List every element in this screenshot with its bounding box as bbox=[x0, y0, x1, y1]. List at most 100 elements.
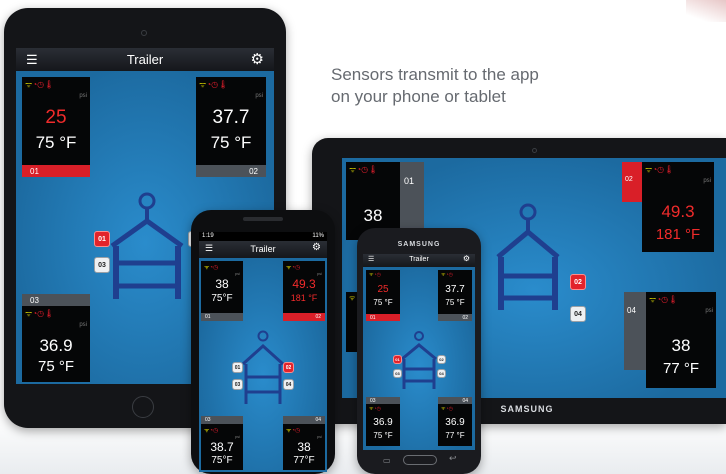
tire-chip-04[interactable]: 04 bbox=[283, 379, 294, 390]
sensor-card-03[interactable]: ᯤ◔◷ psi 38.7 75°F bbox=[201, 424, 243, 470]
sensor-pressure: 38.7 bbox=[210, 440, 234, 454]
tire-chip-04[interactable]: 04 bbox=[570, 306, 586, 322]
sensor-status-icons: ᯤ◔◷🌡 bbox=[645, 165, 675, 174]
sensor-tab-02: 02 bbox=[622, 162, 642, 202]
sensor-tab-02: 02 bbox=[196, 165, 266, 177]
tire-chip-02[interactable]: 02 bbox=[437, 355, 446, 364]
sensor-card-02[interactable]: ᯤ◔◷ psi 49.3 181 °F bbox=[283, 261, 325, 313]
sensor-card-03[interactable]: ᯤ◔◷ 36.9 75 °F bbox=[366, 404, 400, 446]
sensor-status-icons: ᯤ◔◷ bbox=[369, 406, 381, 412]
sensor-card-04[interactable]: ᯤ◔◷🌡 psi 38 77 °F bbox=[646, 292, 716, 388]
sensor-status-icons: ᯤ◔◷ bbox=[369, 272, 381, 278]
sensor-status-icons: ᯤ◔◷ bbox=[441, 406, 453, 412]
recent-apps-icon[interactable]: ▭ bbox=[383, 456, 391, 465]
sensor-pressure: 25 bbox=[45, 107, 67, 128]
sensor-unit: psi bbox=[316, 271, 322, 276]
sensor-temperature: 75°F bbox=[211, 455, 233, 466]
sensor-temperature: 181 °F bbox=[655, 226, 701, 243]
sensor-status-icons: ᯤ bbox=[349, 295, 356, 302]
sensor-card-04[interactable]: ᯤ◔◷ 36.9 77 °F bbox=[438, 404, 472, 446]
caption: Sensors transmit to the app on your phon… bbox=[331, 64, 591, 108]
sensor-temperature: 75 °F bbox=[37, 358, 74, 375]
sensor-pressure: 25 bbox=[377, 284, 389, 295]
app-title: Trailer bbox=[250, 244, 276, 254]
sensor-card-03[interactable]: ᯤ◔◷🌡 psi 36.9 75 °F bbox=[22, 306, 90, 382]
sensor-card-01[interactable]: ᯤ◔◷ 25 75 °F bbox=[366, 270, 400, 314]
tire-chip-03[interactable]: 03 bbox=[393, 369, 402, 378]
gear-icon[interactable]: ⚙ bbox=[312, 242, 321, 253]
sensor-unit: psi bbox=[703, 178, 711, 184]
sensor-pressure: 49.3 bbox=[292, 277, 316, 291]
phone-left-screen: 1:19 11% ☰ Trailer ⚙ ᯤ◔◷ psi 38 75°F 01 … bbox=[199, 232, 327, 472]
phone-left: 1:19 11% ☰ Trailer ⚙ ᯤ◔◷ psi 38 75°F 01 … bbox=[191, 210, 335, 474]
sensor-card-02[interactable]: ᯤ◔◷🌡 psi 37.7 75 °F bbox=[196, 77, 266, 165]
sensor-unit: psi bbox=[316, 434, 322, 439]
sensor-tab-04: 04 bbox=[283, 416, 325, 424]
tire-chip-01[interactable]: 01 bbox=[232, 362, 243, 373]
sensor-temperature: 77°F bbox=[293, 455, 315, 466]
sensor-card-01[interactable]: ᯤ◔◷ psi 38 75°F bbox=[201, 261, 243, 313]
sensor-unit: psi bbox=[705, 308, 713, 314]
caption-line-1: Sensors transmit to the app bbox=[331, 65, 539, 84]
samsung-logo: SAMSUNG bbox=[500, 404, 554, 414]
battery-level: 11% bbox=[312, 233, 324, 239]
sensor-card-01[interactable]: ᯤ◔◷🌡 psi 25 75 °F bbox=[22, 77, 90, 165]
status-time: 1:19 bbox=[202, 233, 214, 239]
trailer-axle-diagram bbox=[241, 330, 285, 404]
trailer-axle-diagram bbox=[401, 331, 437, 389]
gear-icon[interactable]: ⚙ bbox=[251, 50, 264, 68]
sensor-temperature: 75 °F bbox=[373, 298, 393, 307]
sensor-pressure: 36.9 bbox=[445, 417, 465, 428]
tire-chip-02[interactable]: 02 bbox=[570, 274, 586, 290]
tire-chip-01[interactable]: 01 bbox=[94, 231, 110, 247]
app-title: Trailer bbox=[126, 52, 164, 67]
sensor-status-icons: ᯤ◔◷ bbox=[204, 428, 219, 434]
sensor-pressure: 38 bbox=[671, 336, 691, 355]
sensor-temperature: 75 °F bbox=[35, 133, 77, 152]
sensor-pressure: 49.3 bbox=[661, 202, 695, 221]
tire-chip-03[interactable]: 03 bbox=[232, 379, 243, 390]
sensor-pressure: 38 bbox=[363, 206, 383, 225]
gear-icon[interactable]: ⚙ bbox=[463, 254, 470, 263]
sensor-temperature: 75°F bbox=[211, 293, 233, 304]
sensor-tab-04: 04 bbox=[438, 397, 472, 404]
tire-chip-02[interactable]: 02 bbox=[283, 362, 294, 373]
status-bar: 1:19 11% bbox=[199, 232, 327, 241]
home-button[interactable] bbox=[132, 396, 154, 418]
corner-decoration bbox=[686, 0, 726, 22]
sensor-temperature: 75 °F bbox=[210, 133, 252, 152]
app-bar: ☰ Trailer ⚙ bbox=[363, 254, 475, 267]
back-icon[interactable]: ↩ bbox=[449, 454, 457, 464]
sensor-pressure: 37.7 bbox=[212, 107, 250, 128]
sensor-temperature: 77 °F bbox=[662, 360, 699, 377]
sensor-tab-02: 02 bbox=[438, 314, 472, 321]
sensor-card-04[interactable]: ᯤ◔◷ psi 38 77°F bbox=[283, 424, 325, 470]
tire-chip-01[interactable]: 01 bbox=[393, 355, 402, 364]
sensor-tab-01: 01 bbox=[366, 314, 400, 321]
sensor-temperature: 181 °F bbox=[290, 293, 318, 303]
sensor-card-02[interactable]: ᯤ◔◷🌡 psi 49.3 181 °F bbox=[642, 162, 714, 252]
sensor-pressure: 36.9 bbox=[373, 417, 393, 428]
home-button[interactable] bbox=[403, 455, 437, 465]
sensor-status-icons: ᯤ◔◷ bbox=[204, 265, 219, 271]
sensor-status-icons: ᯤ◔◷ bbox=[286, 265, 301, 271]
app-title: Trailer bbox=[409, 256, 429, 263]
caption-line-2: on your phone or tablet bbox=[331, 87, 506, 106]
tire-chip-04[interactable]: 04 bbox=[437, 369, 446, 378]
sensor-status-icons: ᯤ◔◷ bbox=[286, 428, 301, 434]
sensor-unit: psi bbox=[234, 434, 240, 439]
sensor-card-02[interactable]: ᯤ◔◷ 37.7 75 °F bbox=[438, 270, 472, 314]
trailer-canvas: ᯤ◔◷ 25 75 °F 01 ᯤ◔◷ 37.7 75 °F 02 01 02 bbox=[363, 267, 475, 450]
sensor-unit: psi bbox=[79, 93, 87, 99]
sensor-pressure: 38 bbox=[215, 277, 229, 291]
sensor-temperature: 75 °F bbox=[445, 298, 465, 307]
sensor-tab-04: 04 bbox=[624, 292, 646, 370]
sensor-tab-01: 01 bbox=[22, 165, 90, 177]
trailer-axle-diagram bbox=[496, 203, 560, 310]
tire-chip-03[interactable]: 03 bbox=[94, 257, 110, 273]
sensor-unit: psi bbox=[255, 93, 263, 99]
sensor-status-icons: ᯤ◔◷🌡 bbox=[25, 80, 55, 89]
sensor-unit: psi bbox=[79, 322, 87, 328]
sensor-pressure: 38 bbox=[297, 440, 311, 454]
sensor-tab-01: 01 bbox=[201, 313, 243, 321]
